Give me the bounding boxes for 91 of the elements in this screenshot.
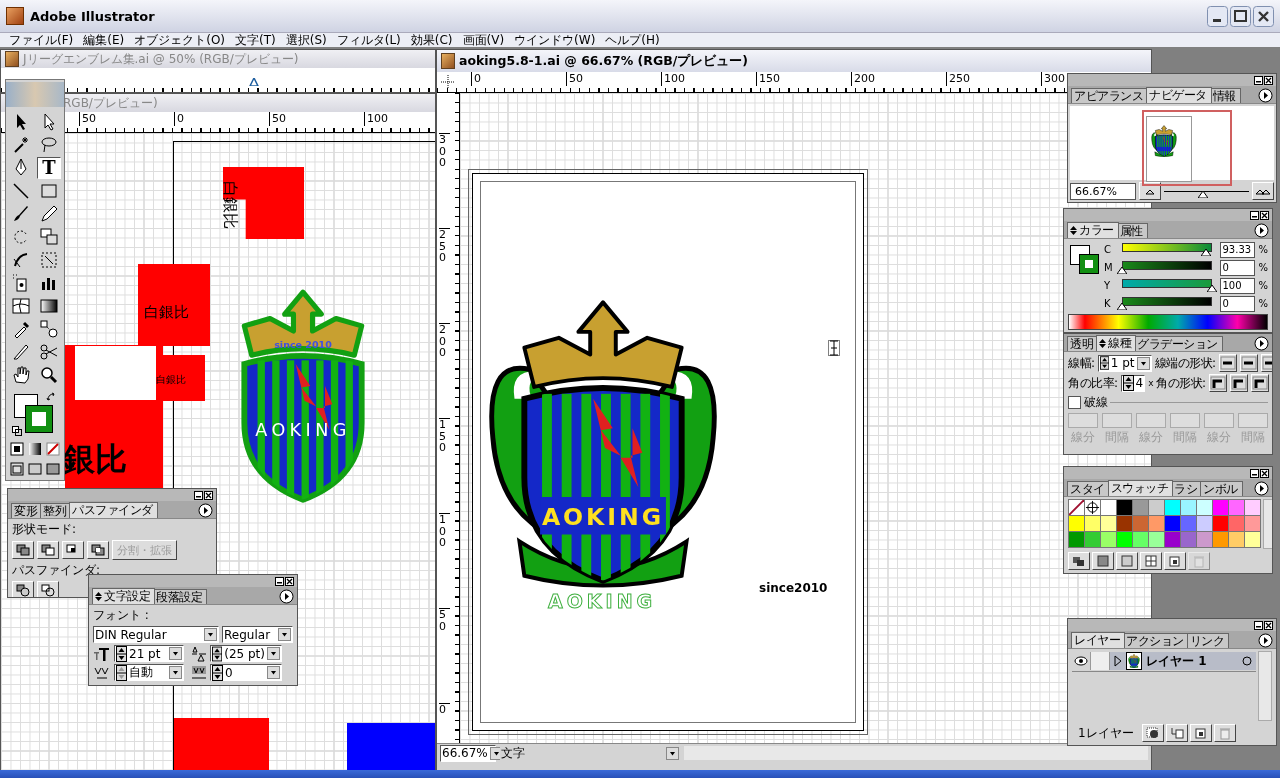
- channel-label: C: [1104, 244, 1112, 255]
- panel-tab[interactable]: 線種: [1096, 335, 1136, 351]
- value-field[interactable]: 100: [1220, 277, 1256, 294]
- ruler-label: 50: [269, 112, 286, 126]
- status-dropdown[interactable]: 文字: [500, 744, 680, 762]
- panel-tab[interactable]: ナビゲータ: [1146, 87, 1212, 103]
- panel-tab[interactable]: ンボル: [1200, 481, 1243, 496]
- ruler-label: 50: [79, 112, 96, 126]
- panel-tab[interactable]: スタイ: [1067, 481, 1110, 496]
- canvas-text: 銀比: [63, 443, 127, 475]
- font-dropdown[interactable]: DIN Regular: [93, 626, 220, 643]
- emblem-motto: since 2010: [274, 338, 332, 350]
- type-tool[interactable]: T: [37, 156, 61, 179]
- menu-item[interactable]: ウインドウ(W): [509, 31, 601, 49]
- value-field[interactable]: 0: [1220, 259, 1256, 276]
- font-style-dropdown[interactable]: Regular: [222, 626, 293, 643]
- kerning-field[interactable]: 自動: [114, 664, 184, 681]
- field-label: 線幅:: [1068, 354, 1095, 372]
- panel-tab[interactable]: パスファインダ: [69, 502, 158, 518]
- menu-item[interactable]: ファイル(F): [4, 31, 79, 49]
- unit-label: %: [1258, 280, 1268, 291]
- checkbox-label: 破線: [1084, 394, 1107, 411]
- unit-label: %: [1258, 298, 1268, 309]
- panel-tab[interactable]: リンク: [1186, 633, 1229, 648]
- field-label: 角の比率:: [1068, 374, 1118, 392]
- menu-item[interactable]: 編集(E): [78, 31, 130, 49]
- tracking-field[interactable]: 0: [210, 664, 282, 681]
- document-title: aoking5.8-1.ai @ 66.67% (RGB/プレビュー): [459, 52, 748, 70]
- layer-row[interactable]: レイヤー 1: [1110, 652, 1256, 670]
- emblem-name: AOKING: [541, 502, 665, 531]
- panel-tab[interactable]: グラデーション: [1134, 336, 1223, 351]
- ruler-label: 300: [439, 133, 450, 169]
- section-label: 形状モード:: [12, 521, 78, 538]
- value-field[interactable]: 93.33: [1220, 241, 1256, 258]
- channel-label: Y: [1104, 280, 1112, 291]
- field-label: 線端の形状:: [1154, 354, 1216, 372]
- panel-tab[interactable]: スウォッチ: [1107, 480, 1173, 496]
- ruler-label: 250: [946, 72, 970, 86]
- panel-tab[interactable]: レイヤー: [1071, 632, 1125, 648]
- channel-label: M: [1104, 262, 1114, 273]
- canvas-text: since2010: [759, 581, 828, 595]
- menu-item[interactable]: フィルタ(L): [331, 31, 406, 49]
- panel-tab[interactable]: カラー: [1067, 222, 1119, 238]
- panel-tab[interactable]: 変形: [11, 503, 42, 518]
- panel-tab[interactable]: 透明: [1067, 336, 1098, 351]
- menu-item[interactable]: 画面(V): [457, 31, 510, 49]
- panel-tab[interactable]: アピアランス: [1071, 88, 1148, 103]
- section-label: パスファインダ:: [12, 562, 102, 579]
- canvas-text: 白銀比: [222, 181, 238, 229]
- unit-label: %: [1258, 262, 1268, 273]
- emblem-name: AOKING: [255, 419, 351, 440]
- canvas-text: 白銀比: [156, 375, 186, 385]
- ruler-label: 50: [439, 608, 450, 633]
- ruler-label: 300: [1041, 72, 1065, 86]
- ruler-label: 200: [851, 72, 875, 86]
- field-label: 角の形状:: [1156, 374, 1206, 392]
- menu-item[interactable]: 効果(C): [405, 31, 458, 49]
- ruler-label: 50: [566, 72, 583, 86]
- ruler-label: 200: [439, 323, 450, 359]
- ruler-label: 0: [439, 703, 450, 716]
- ruler-label: 100: [364, 112, 388, 126]
- unit-label: %: [1258, 244, 1268, 255]
- canvas-text: 白銀比: [144, 305, 189, 320]
- miter-limit-field[interactable]: 4: [1120, 374, 1146, 392]
- panel-tab[interactable]: 段落設定: [153, 589, 207, 604]
- window-title: Adobe Illustrator: [30, 8, 156, 24]
- value-field[interactable]: 0: [1220, 295, 1256, 312]
- logo-wordmark: AOKING: [548, 590, 657, 612]
- menu-item[interactable]: 選択(S): [280, 31, 332, 49]
- ruler-label: 0: [471, 72, 481, 86]
- channel-label: K: [1104, 298, 1112, 309]
- menu-item[interactable]: オブジェクト(O): [129, 31, 231, 49]
- ruler-label: 150: [756, 72, 780, 86]
- ruler-label: 250: [439, 228, 450, 264]
- ruler-label: 100: [439, 513, 450, 549]
- panel-tab[interactable]: 文字設定: [92, 588, 155, 604]
- ruler-label: 150: [439, 418, 450, 454]
- layer-count: 1レイヤー: [1077, 724, 1135, 742]
- font-size-field[interactable]: 21 pt: [114, 645, 184, 662]
- ruler-label: 100: [661, 72, 685, 86]
- menu-item[interactable]: ヘルプ(H): [600, 31, 665, 49]
- menu-item[interactable]: 文字(T): [230, 31, 281, 49]
- ruler-label: 0: [174, 112, 184, 126]
- leading-field[interactable]: (25 pt): [210, 645, 282, 662]
- panel-tab[interactable]: アクション: [1123, 633, 1189, 648]
- zoom-field[interactable]: 66.67%: [1070, 182, 1136, 200]
- unit-label: x: [1148, 378, 1153, 388]
- document-title: Jリーグエンブレム集.ai @ 50% (RGB/プレビュー): [23, 50, 299, 68]
- field-label: フォント :: [93, 607, 150, 624]
- panel-tab[interactable]: 整列: [40, 503, 71, 518]
- stroke-weight-field[interactable]: 1 pt: [1097, 354, 1152, 372]
